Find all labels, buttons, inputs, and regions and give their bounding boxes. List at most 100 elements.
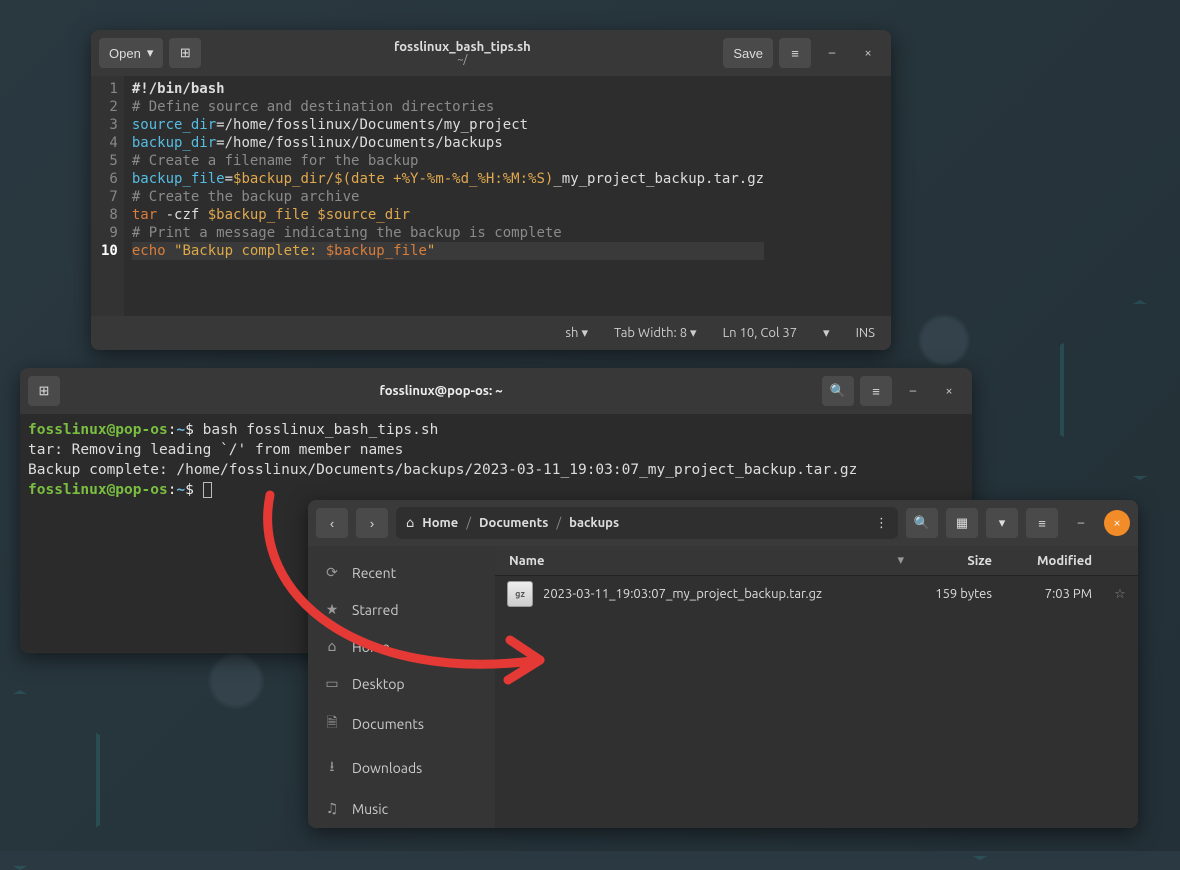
chevron-down-icon: ▾ <box>999 515 1006 531</box>
sidebar-item-home[interactable]: ⌂ Home <box>308 628 495 665</box>
file-list-area: Name ▾ Size Modified gz 2023-03-11_19:03:… <box>495 546 1138 828</box>
close-icon: × <box>864 46 871 60</box>
status-mode[interactable]: INS <box>856 326 875 340</box>
new-tab-icon: ⊞ <box>39 383 50 399</box>
search-button[interactable]: 🔍 <box>822 376 854 406</box>
hamburger-button[interactable]: ≡ <box>1026 508 1058 538</box>
save-button-label: Save <box>733 46 763 61</box>
close-icon: × <box>1113 516 1120 530</box>
minimize-button[interactable]: – <box>898 376 928 406</box>
hamburger-icon: ≡ <box>872 384 880 399</box>
sidebar-item-label: Starred <box>352 602 399 618</box>
sidebar-item-music[interactable]: ♫ Music <box>308 790 495 827</box>
path-options-icon[interactable]: ⋮ <box>875 516 888 531</box>
editor-statusbar: sh ▾ Tab Width: 8 ▾ Ln 10, Col 37 ▾ INS <box>91 316 891 350</box>
breadcrumb-documents[interactable]: Documents <box>479 516 548 530</box>
save-button[interactable]: Save <box>723 38 773 68</box>
back-icon: ‹ <box>330 516 334 531</box>
breadcrumb-backups[interactable]: backups <box>569 516 619 530</box>
sidebar-item-label: Documents <box>352 716 424 732</box>
recent-icon: ⟳ <box>324 564 340 581</box>
downloads-icon: ⭳ <box>324 756 340 780</box>
sidebar-item-downloads[interactable]: ⭳ Downloads <box>308 746 495 790</box>
search-icon: 🔍 <box>830 383 846 399</box>
file-name: 2023-03-11_19:03:07_my_project_backup.ta… <box>543 587 912 601</box>
code-area[interactable]: #!/bin/bash# Define source and destinati… <box>124 76 772 316</box>
home-icon: ⌂ <box>406 516 414 531</box>
sidebar-item-recent[interactable]: ⟳ Recent <box>308 554 495 591</box>
file-manager-body: ⟳ Recent ★ Starred ⌂ Home ▭ Desktop 🗎 Documents ⭳ D… <box>308 546 1138 828</box>
sidebar-item-label: Music <box>352 801 388 817</box>
column-modified[interactable]: Modified <box>1002 554 1102 568</box>
open-button-label: Open <box>109 46 141 61</box>
file-manager-sidebar: ⟳ Recent ★ Starred ⌂ Home ▭ Desktop 🗎 Documents ⭳ D… <box>308 546 495 828</box>
status-position[interactable]: Ln 10, Col 37 <box>723 326 797 340</box>
archive-file-icon: gz <box>507 581 533 607</box>
sidebar-item-label: Recent <box>352 565 396 581</box>
hamburger-icon: ≡ <box>791 46 799 61</box>
close-button[interactable]: × <box>934 376 964 406</box>
nav-back-button[interactable]: ‹ <box>316 508 348 538</box>
file-manager-titlebar: ‹ › ⌂ Home / Documents / backups ⋮ 🔍 ▦ ▾… <box>308 500 1138 546</box>
sidebar-item-label: Downloads <box>352 760 422 776</box>
editor-subtitle: ~/ <box>207 54 717 66</box>
close-button[interactable]: × <box>1104 510 1130 536</box>
new-tab-button[interactable]: ⊞ <box>169 38 201 68</box>
editor-filename: fosslinux_bash_tips.sh <box>207 40 717 54</box>
sidebar-item-label: Home <box>352 639 390 655</box>
file-list-header: Name ▾ Size Modified <box>495 546 1138 576</box>
sidebar-item-desktop[interactable]: ▭ Desktop <box>308 665 495 702</box>
terminal-title: fosslinux@pop-os: ~ <box>66 384 816 398</box>
chevron-down-icon: ▾ <box>147 45 154 61</box>
editor-titlebar: Open ▾ ⊞ fosslinux_bash_tips.sh ~/ Save … <box>91 30 891 76</box>
home-icon: ⌂ <box>324 638 340 655</box>
view-grid-button[interactable]: ▦ <box>946 508 978 538</box>
breadcrumb-sep: / <box>466 516 471 530</box>
table-row[interactable]: gz 2023-03-11_19:03:07_my_project_backup.… <box>495 576 1138 612</box>
documents-icon: 🗎 <box>324 712 340 736</box>
nav-forward-button[interactable]: › <box>356 508 388 538</box>
forward-icon: › <box>370 516 374 531</box>
sort-indicator-icon[interactable]: ▾ <box>897 553 912 568</box>
editor-window: Open ▾ ⊞ fosslinux_bash_tips.sh ~/ Save … <box>91 30 891 350</box>
sidebar-item-label: Desktop <box>352 676 405 692</box>
status-tabwidth[interactable]: Tab Width: 8 ▾ <box>614 326 697 341</box>
starred-icon: ★ <box>324 601 340 618</box>
hamburger-button[interactable]: ≡ <box>779 38 811 68</box>
open-button[interactable]: Open ▾ <box>99 38 163 68</box>
minimize-icon: – <box>1078 516 1084 530</box>
search-button[interactable]: 🔍 <box>906 508 938 538</box>
status-lang[interactable]: sh ▾ <box>565 326 588 341</box>
column-size[interactable]: Size <box>912 554 1002 568</box>
minimize-button[interactable]: – <box>1066 508 1096 538</box>
file-modified: 7:03 PM <box>1002 587 1102 601</box>
star-button[interactable]: ☆ <box>1102 587 1138 602</box>
breadcrumb-sep: / <box>556 516 561 530</box>
desktop-icon: ▭ <box>324 675 340 692</box>
minimize-icon: – <box>829 46 835 60</box>
new-tab-icon: ⊞ <box>180 45 191 61</box>
music-icon: ♫ <box>324 800 340 817</box>
terminal-titlebar: ⊞ fosslinux@pop-os: ~ 🔍 ≡ – × <box>20 368 972 414</box>
file-size: 159 bytes <box>912 587 1002 601</box>
grid-icon: ▦ <box>956 515 968 531</box>
close-button[interactable]: × <box>853 38 883 68</box>
hamburger-button[interactable]: ≡ <box>860 376 892 406</box>
file-list-rows: gz 2023-03-11_19:03:07_my_project_backup.… <box>495 576 1138 612</box>
editor-title: fosslinux_bash_tips.sh ~/ <box>207 40 717 66</box>
minimize-button[interactable]: – <box>817 38 847 68</box>
sidebar-item-starred[interactable]: ★ Starred <box>308 591 495 628</box>
hamburger-icon: ≡ <box>1038 516 1046 531</box>
column-name[interactable]: Name <box>495 554 897 568</box>
new-tab-button[interactable]: ⊞ <box>28 376 60 406</box>
close-icon: × <box>945 384 952 398</box>
sidebar-item-documents[interactable]: 🗎 Documents <box>308 702 495 746</box>
search-icon: 🔍 <box>914 515 930 531</box>
editor-body[interactable]: 1 2 3 4 5 6 7 8 910 #!/bin/bash# Define … <box>91 76 891 316</box>
breadcrumb[interactable]: ⌂ Home / Documents / backups ⋮ <box>396 507 898 539</box>
status-menu[interactable]: ▾ <box>823 326 830 341</box>
breadcrumb-home[interactable]: Home <box>422 516 458 530</box>
minimize-icon: – <box>910 384 916 398</box>
file-manager-window: ‹ › ⌂ Home / Documents / backups ⋮ 🔍 ▦ ▾… <box>308 500 1138 828</box>
view-options-button[interactable]: ▾ <box>986 508 1018 538</box>
